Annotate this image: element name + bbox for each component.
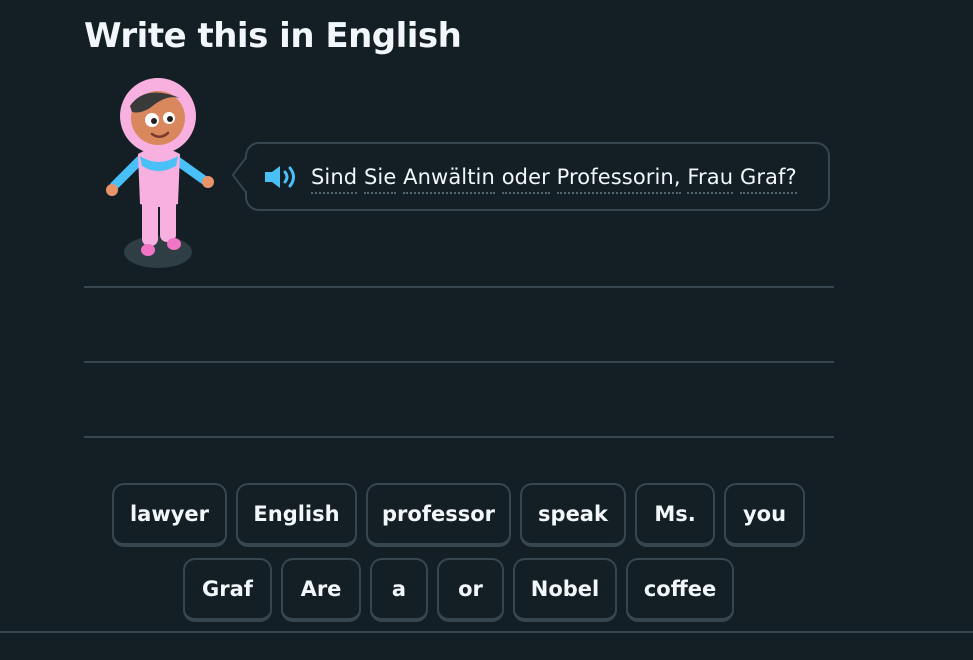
prompt-word[interactable]: oder [501,164,550,194]
word-chip-you[interactable]: you [724,483,805,547]
prompt-word[interactable]: Graf? [739,164,797,194]
answer-line [84,286,834,288]
answer-line [84,436,834,438]
prompt-bubble: Sind Sie Anwältin oder Professorin, Frau… [231,142,830,211]
footer-divider [0,631,973,633]
word-chip-are[interactable]: Are [281,558,361,622]
exercise-page: Write this in English Sind Sie Anwältin … [0,0,973,660]
word-chip-english[interactable]: English [236,483,357,547]
challenge-title: Write this in English [84,16,462,56]
word-chip-nobel[interactable]: Nobel [513,558,617,622]
prompt-sentence: Sind Sie Anwältin oder Professorin, Frau… [311,164,797,194]
word-chip-or[interactable]: or [437,558,504,622]
prompt-word[interactable]: Anwältin [403,164,495,194]
word-chip-graf[interactable]: Graf [183,558,272,622]
word-chip-speak[interactable]: speak [520,483,626,547]
prompt-word[interactable]: Professorin, [556,164,681,194]
prompt-word[interactable]: Sind [311,164,358,194]
word-chip-coffee[interactable]: coffee [626,558,734,622]
word-chip-a[interactable]: a [370,558,428,622]
speaker-icon[interactable] [263,163,299,191]
bubble-tail [231,157,259,193]
answer-line [84,361,834,363]
character-illustration [106,78,214,268]
word-chip-ms[interactable]: Ms. [635,483,715,547]
word-chip-professor[interactable]: professor [366,483,511,547]
word-chip-lawyer[interactable]: lawyer [112,483,227,547]
prompt-word[interactable]: Frau [687,164,734,194]
prompt-word[interactable]: Sie [364,164,397,194]
